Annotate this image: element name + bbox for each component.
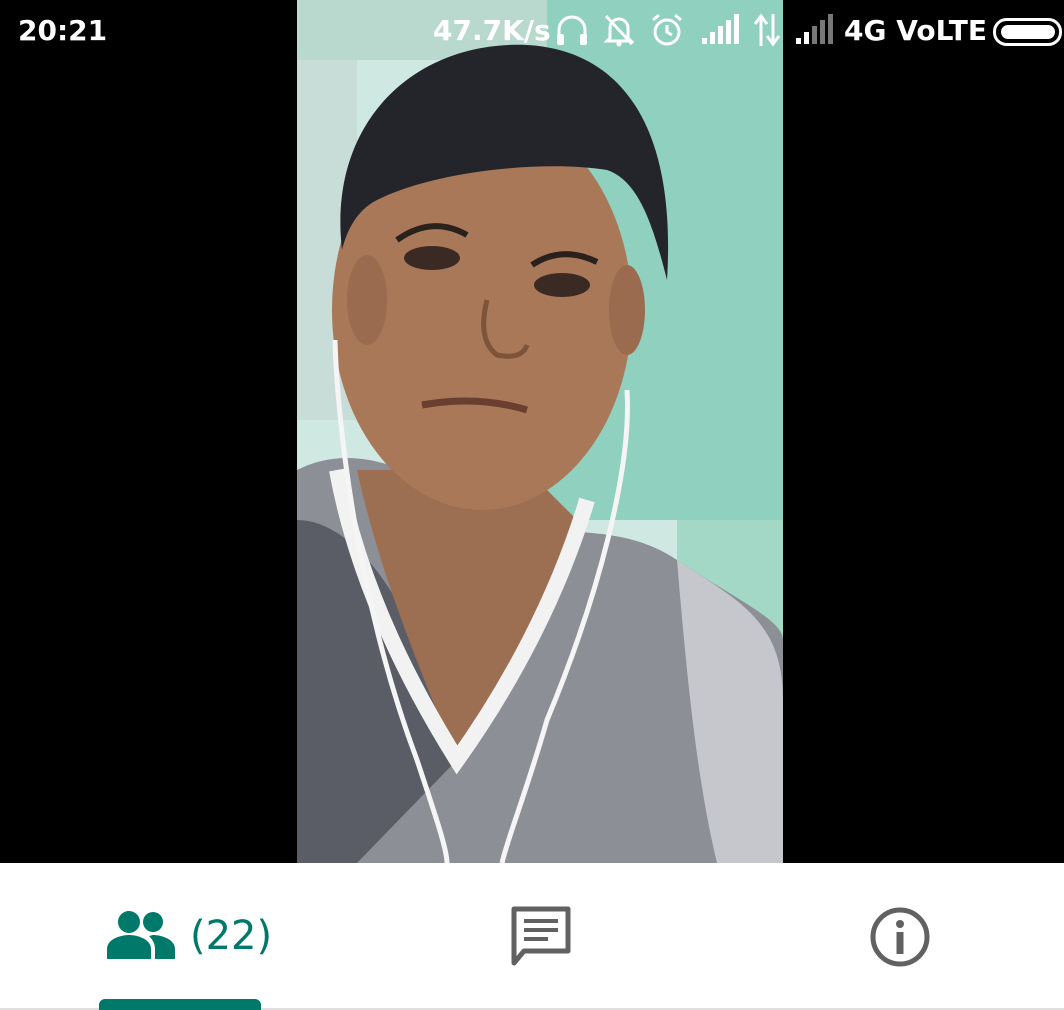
bottom-tab-bar: (22): [0, 863, 1064, 1010]
bell-off-icon: [602, 12, 636, 55]
battery-icon: [993, 18, 1063, 53]
tab-chat[interactable]: [480, 863, 600, 1008]
headphones-icon: [555, 12, 589, 55]
participant-video[interactable]: [297, 0, 783, 863]
status-bar: 20:21 47.7K/s 4G VoLTE: [0, 0, 1064, 62]
participant-video-image: [297, 0, 783, 863]
people-icon: [107, 909, 175, 963]
alarm-icon: [650, 12, 684, 55]
chat-icon: [510, 905, 572, 971]
tab-people[interactable]: (22): [99, 863, 272, 1008]
signal-icon: [700, 12, 740, 53]
signal-icon-secondary: [794, 12, 834, 53]
tab-info[interactable]: [840, 863, 960, 1008]
status-time: 20:21: [18, 14, 108, 47]
active-tab-indicator: [99, 999, 261, 1010]
people-count: (22): [190, 913, 273, 959]
info-icon: [869, 906, 931, 972]
video-stage: [0, 0, 1064, 863]
network-speed: 47.7K/s: [433, 14, 551, 47]
network-label: 4G VoLTE: [844, 14, 988, 47]
data-arrows-icon: [752, 12, 782, 55]
